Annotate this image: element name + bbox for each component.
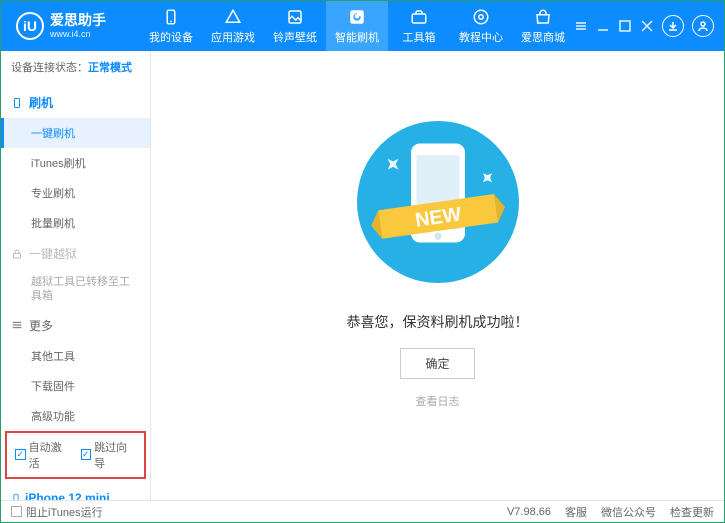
nav-label: 智能刷机 bbox=[335, 29, 379, 45]
success-message: 恭喜您，保资料刷机成功啦！ bbox=[347, 312, 529, 332]
phone-icon bbox=[11, 491, 21, 500]
update-link[interactable]: 检查更新 bbox=[670, 504, 714, 520]
device-info[interactable]: iPhone 12 mini 64GB Down-12mini-13,1 bbox=[1, 485, 150, 500]
sidebar-item-download-firmware[interactable]: 下载固件 bbox=[1, 371, 150, 401]
connection-status: 设备连接状态：正常模式 bbox=[1, 51, 150, 83]
checkbox-label: 跳过向导 bbox=[94, 439, 136, 471]
nav-flash[interactable]: 智能刷机 bbox=[326, 1, 388, 51]
nav-label: 我的设备 bbox=[149, 29, 193, 45]
status-value: 正常模式 bbox=[88, 62, 132, 74]
nav-label: 铃声壁纸 bbox=[273, 29, 317, 45]
nav-toolbox[interactable]: 工具箱 bbox=[388, 1, 450, 51]
header-bar: iU 爱思助手 www.i4.cn 我的设备 应用游戏 铃声壁纸 智能刷机 工具… bbox=[1, 1, 724, 51]
main-content: NEW 恭喜您，保资料刷机成功啦！ 确定 查看日志 bbox=[151, 51, 724, 500]
footer-bar: 阻止iTunes运行 V7.98.66 客服 微信公众号 检查更新 bbox=[1, 500, 724, 522]
sidebar: 设备连接状态：正常模式 刷机 一键刷机 iTunes刷机 专业刷机 批量刷机 一… bbox=[1, 51, 151, 500]
sidebar-item-other-tools[interactable]: 其他工具 bbox=[1, 341, 150, 371]
apps-icon bbox=[224, 8, 242, 26]
store-icon bbox=[534, 8, 552, 26]
sidebar-group-more[interactable]: 更多 bbox=[1, 310, 150, 341]
nav-store[interactable]: 爱思商城 bbox=[512, 1, 574, 51]
group-label: 刷机 bbox=[29, 94, 53, 111]
refresh-icon bbox=[348, 8, 366, 26]
sidebar-group-flash[interactable]: 刷机 bbox=[1, 87, 150, 118]
ok-button[interactable]: 确定 bbox=[400, 348, 474, 379]
version-label: V7.98.66 bbox=[507, 506, 551, 518]
nav-apps[interactable]: 应用游戏 bbox=[202, 1, 264, 51]
footer-label: 阻止iTunes运行 bbox=[26, 504, 103, 520]
nav-label: 应用游戏 bbox=[211, 29, 255, 45]
menu-icon bbox=[11, 319, 23, 331]
sidebar-item-batch-flash[interactable]: 批量刷机 bbox=[1, 208, 150, 238]
user-icon bbox=[697, 20, 709, 32]
view-log-link[interactable]: 查看日志 bbox=[416, 393, 460, 409]
maximize-icon[interactable] bbox=[618, 19, 632, 33]
nav-tutorials[interactable]: 教程中心 bbox=[450, 1, 512, 51]
app-url: www.i4.cn bbox=[50, 29, 106, 39]
app-logo-icon: iU bbox=[16, 12, 44, 40]
nav-my-device[interactable]: 我的设备 bbox=[140, 1, 202, 51]
phone-icon bbox=[11, 97, 23, 109]
device-name: iPhone 12 mini bbox=[25, 491, 110, 500]
status-label: 设备连接状态： bbox=[11, 62, 88, 74]
top-nav: 我的设备 应用游戏 铃声壁纸 智能刷机 工具箱 教程中心 爱思商城 bbox=[140, 1, 574, 51]
nav-label: 爱思商城 bbox=[521, 29, 565, 45]
minimize-icon[interactable] bbox=[596, 19, 610, 33]
toolbox-icon bbox=[410, 8, 428, 26]
sidebar-item-pro-flash[interactable]: 专业刷机 bbox=[1, 178, 150, 208]
checkbox-auto-activate[interactable]: ✓自动激活 bbox=[15, 439, 71, 471]
group-label: 一键越狱 bbox=[29, 245, 77, 262]
support-link[interactable]: 客服 bbox=[565, 504, 587, 520]
menu-icon[interactable] bbox=[574, 19, 588, 33]
user-button[interactable] bbox=[692, 15, 714, 37]
checkbox-label: 自动激活 bbox=[29, 439, 71, 471]
wechat-link[interactable]: 微信公众号 bbox=[601, 504, 656, 520]
success-illustration: NEW bbox=[348, 112, 528, 292]
sidebar-item-oneclick-flash[interactable]: 一键刷机 bbox=[1, 118, 150, 148]
checkbox-block-itunes[interactable] bbox=[11, 506, 22, 517]
phone-icon bbox=[162, 8, 180, 26]
close-icon[interactable] bbox=[640, 19, 654, 33]
checkbox-skip-guide[interactable]: ✓跳过向导 bbox=[81, 439, 137, 471]
nav-ringtones[interactable]: 铃声壁纸 bbox=[264, 1, 326, 51]
window-controls bbox=[574, 15, 724, 37]
jailbreak-note: 越狱工具已转移至工具箱 bbox=[1, 269, 150, 310]
sidebar-item-advanced[interactable]: 高级功能 bbox=[1, 401, 150, 431]
download-button[interactable] bbox=[662, 15, 684, 37]
wallpaper-icon bbox=[286, 8, 304, 26]
nav-label: 工具箱 bbox=[403, 29, 436, 45]
app-title: 爱思助手 bbox=[50, 13, 106, 28]
download-icon bbox=[667, 20, 679, 32]
group-label: 更多 bbox=[29, 317, 53, 334]
lock-icon bbox=[11, 248, 23, 260]
options-row: ✓自动激活 ✓跳过向导 bbox=[5, 431, 146, 479]
book-icon bbox=[472, 8, 490, 26]
logo: iU 爱思助手 www.i4.cn bbox=[1, 12, 140, 40]
sidebar-item-itunes-flash[interactable]: iTunes刷机 bbox=[1, 148, 150, 178]
nav-label: 教程中心 bbox=[459, 29, 503, 45]
sidebar-group-jailbreak[interactable]: 一键越狱 bbox=[1, 238, 150, 269]
